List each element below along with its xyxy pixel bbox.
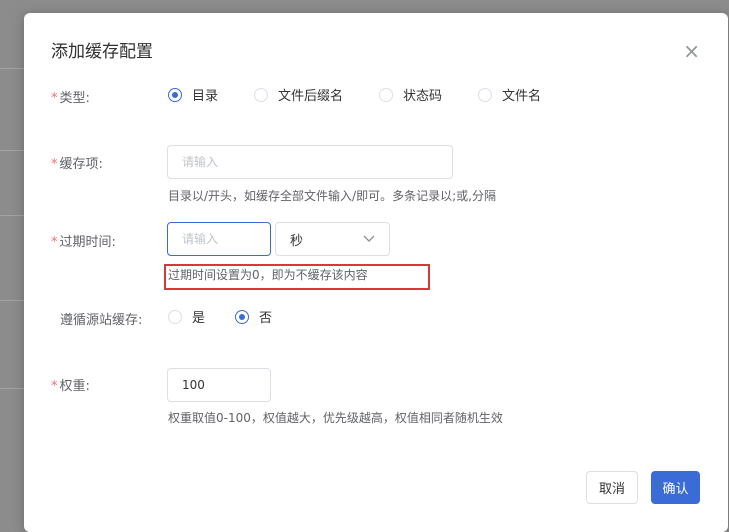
- type-radio-group: 目录 文件后缀名 状态码 文件名: [168, 85, 577, 104]
- background-line: [0, 300, 24, 301]
- cache-item-hint: 目录以/开头，如缓存全部文件输入/即可。多条记录以;或,分隔: [168, 189, 496, 203]
- radio-type-filename[interactable]: 文件名: [478, 85, 541, 104]
- background-line: [0, 215, 24, 216]
- cache-item-input[interactable]: [167, 145, 453, 179]
- weight-label-text: 权重:: [59, 379, 90, 394]
- radio-label: 目录: [192, 89, 219, 104]
- required-star: *: [51, 157, 58, 172]
- expire-time-label: * 过期时间:: [51, 231, 116, 250]
- expire-time-hint: 过期时间设置为0，即为不缓存该内容: [168, 268, 368, 282]
- weight-hint: 权重取值0-100，权值越大，优先级越高，权值相同者随机生效: [168, 411, 503, 425]
- cache-item-label: * 缓存项:: [51, 153, 103, 172]
- background-line: [0, 388, 24, 389]
- radio-circle: [379, 87, 394, 102]
- radio-label: 状态码: [403, 89, 443, 104]
- background-line: [0, 150, 24, 151]
- follow-origin-label: 遵循源站缓存:: [60, 313, 143, 328]
- radio-label: 否: [259, 311, 273, 326]
- expire-time-input[interactable]: [167, 222, 271, 256]
- required-star: *: [51, 379, 58, 394]
- dialog-title: 添加缓存配置: [51, 42, 153, 62]
- radio-type-status-code[interactable]: 状态码: [379, 85, 442, 104]
- cache-item-label-text: 缓存项:: [59, 157, 103, 172]
- type-label-text: 类型:: [59, 91, 90, 106]
- radio-label: 文件后缀名: [278, 89, 344, 104]
- radio-circle: [478, 87, 493, 102]
- close-icon[interactable]: ×: [683, 41, 700, 61]
- weight-input[interactable]: [167, 368, 271, 402]
- required-star: *: [51, 91, 58, 106]
- time-unit-value: 秒: [290, 233, 304, 249]
- radio-circle: [168, 309, 182, 324]
- background-line: [0, 68, 24, 69]
- cancel-button[interactable]: 取消: [586, 471, 638, 504]
- add-cache-config-dialog: 添加缓存配置 × *类型: 目录 文件后缀名 状态码 文件名 *缓存项: 目录以…: [24, 13, 728, 532]
- confirm-button[interactable]: 确认: [651, 471, 700, 504]
- radio-label: 文件名: [502, 89, 542, 104]
- radio-label: 是: [192, 311, 206, 326]
- follow-origin-radio-group: 是 否: [168, 307, 308, 326]
- time-unit-select[interactable]: 秒: [275, 222, 390, 256]
- radio-type-directory[interactable]: 目录: [168, 85, 218, 104]
- weight-label: * 权重:: [51, 375, 90, 394]
- radio-type-suffix[interactable]: 文件后缀名: [254, 85, 343, 104]
- radio-circle: [254, 87, 269, 102]
- radio-circle: [168, 87, 182, 102]
- radio-circle: [235, 309, 250, 324]
- chevron-down-icon: [363, 235, 375, 242]
- radio-follow-yes[interactable]: 是: [168, 307, 205, 326]
- radio-follow-no[interactable]: 否: [235, 307, 272, 326]
- required-star: *: [51, 235, 58, 250]
- expire-time-label-text: 过期时间:: [59, 235, 116, 250]
- type-label: * 类型:: [51, 87, 90, 106]
